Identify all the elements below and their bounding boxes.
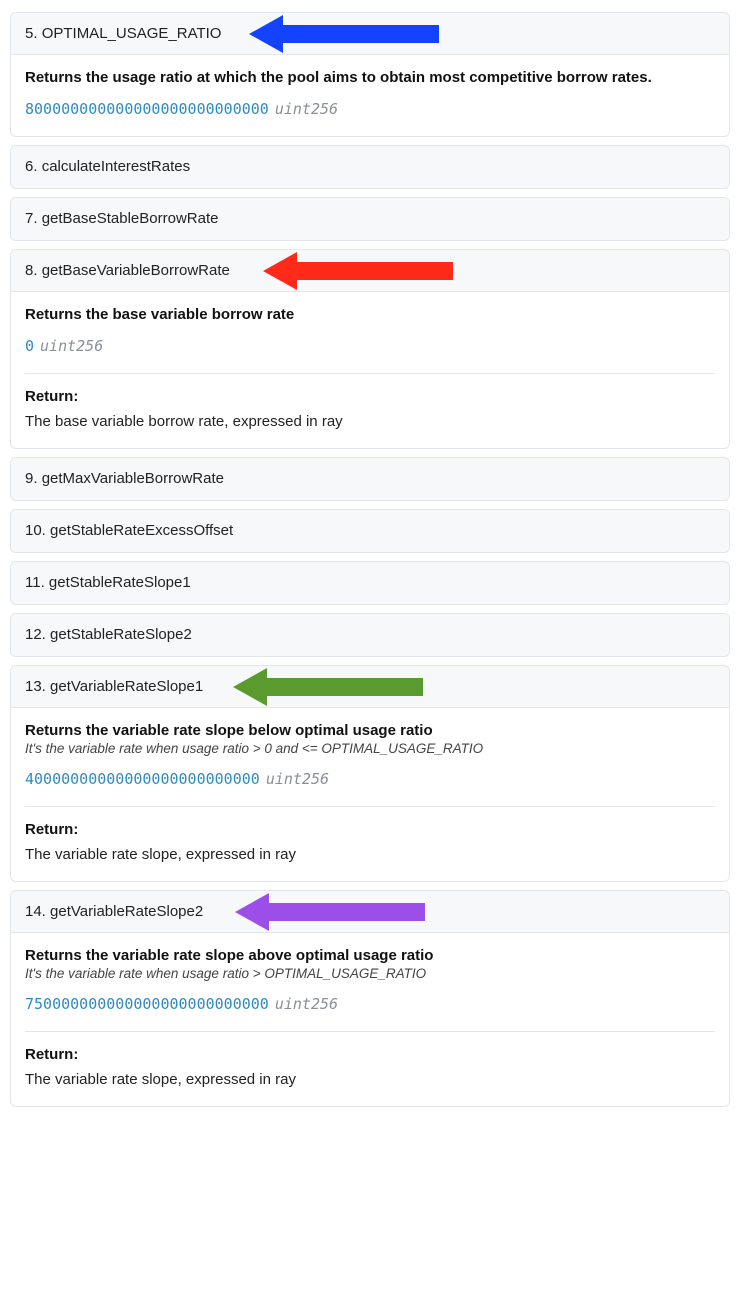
- function-body: Returns the base variable borrow rate 0 ui…: [11, 292, 729, 448]
- function-name: OPTIMAL_USAGE_RATIO: [42, 25, 222, 42]
- function-index: 7.: [25, 210, 38, 227]
- function-type: uint256: [40, 337, 103, 355]
- function-body: Returns the usage ratio at which the poo…: [11, 55, 729, 136]
- function-name: getStableRateSlope1: [49, 574, 191, 591]
- return-label: Return:: [25, 1046, 715, 1063]
- function-body: Returns the variable rate slope below op…: [11, 708, 729, 881]
- function-name: calculateInterestRates: [42, 158, 190, 175]
- function-subdescription: It's the variable rate when usage ratio …: [25, 741, 715, 756]
- function-header[interactable]: 5. OPTIMAL_USAGE_RATIO: [11, 13, 729, 55]
- function-index: 11.: [25, 574, 45, 591]
- return-text: The base variable borrow rate, expressed…: [25, 413, 715, 430]
- function-type: uint256: [266, 770, 329, 788]
- function-index: 12.: [25, 626, 46, 643]
- function-header[interactable]: 7. getBaseStableBorrowRate: [11, 198, 729, 240]
- function-value: 800000000000000000000000000: [25, 100, 269, 118]
- function-header[interactable]: 11. getStableRateSlope1: [11, 562, 729, 604]
- function-index: 9.: [25, 470, 38, 487]
- function-index: 13.: [25, 678, 46, 695]
- annotation-arrow: [235, 890, 425, 935]
- divider: [25, 373, 715, 374]
- annotation-arrow: [249, 12, 439, 57]
- function-item: 11. getStableRateSlope1: [10, 561, 730, 605]
- function-description: Returns the usage ratio at which the poo…: [25, 69, 715, 86]
- function-item: 14. getVariableRateSlope2 Returns the va…: [10, 890, 730, 1107]
- value-row: 40000000000000000000000000 uint256: [25, 770, 715, 788]
- return-text: The variable rate slope, expressed in ra…: [25, 846, 715, 863]
- function-item: 5. OPTIMAL_USAGE_RATIO Returns the usage…: [10, 12, 730, 137]
- function-item: 13. getVariableRateSlope1 Returns the va…: [10, 665, 730, 882]
- function-header[interactable]: 10. getStableRateExcessOffset: [11, 510, 729, 552]
- value-row: 0 uint256: [25, 337, 715, 355]
- function-type: uint256: [275, 100, 338, 118]
- function-item: 7. getBaseStableBorrowRate: [10, 197, 730, 241]
- function-index: 14.: [25, 903, 46, 920]
- function-description: Returns the variable rate slope below op…: [25, 722, 715, 739]
- function-subdescription: It's the variable rate when usage ratio …: [25, 966, 715, 981]
- function-type: uint256: [275, 995, 338, 1013]
- function-item: 6. calculateInterestRates: [10, 145, 730, 189]
- function-header[interactable]: 6. calculateInterestRates: [11, 146, 729, 188]
- value-row: 800000000000000000000000000 uint256: [25, 100, 715, 118]
- value-row: 750000000000000000000000000 uint256: [25, 995, 715, 1013]
- return-label: Return:: [25, 821, 715, 838]
- function-index: 6.: [25, 158, 38, 175]
- function-name: getVariableRateSlope1: [50, 678, 203, 695]
- function-item: 8. getBaseVariableBorrowRate Returns the…: [10, 249, 730, 449]
- function-value: 750000000000000000000000000: [25, 995, 269, 1013]
- annotation-arrow: [233, 665, 423, 710]
- function-header[interactable]: 13. getVariableRateSlope1: [11, 666, 729, 708]
- return-label: Return:: [25, 388, 715, 405]
- function-item: 12. getStableRateSlope2: [10, 613, 730, 657]
- function-description: Returns the base variable borrow rate: [25, 306, 715, 323]
- function-name: getMaxVariableBorrowRate: [42, 470, 224, 487]
- function-index: 5.: [25, 25, 38, 42]
- function-name: getBaseStableBorrowRate: [42, 210, 219, 227]
- function-header[interactable]: 14. getVariableRateSlope2: [11, 891, 729, 933]
- function-name: getStableRateExcessOffset: [50, 522, 233, 539]
- function-item: 9. getMaxVariableBorrowRate: [10, 457, 730, 501]
- function-name: getBaseVariableBorrowRate: [42, 262, 230, 279]
- divider: [25, 806, 715, 807]
- function-name: getStableRateSlope2: [50, 626, 192, 643]
- function-header[interactable]: 12. getStableRateSlope2: [11, 614, 729, 656]
- function-value: 40000000000000000000000000: [25, 770, 260, 788]
- function-item: 10. getStableRateExcessOffset: [10, 509, 730, 553]
- function-index: 10.: [25, 522, 46, 539]
- divider: [25, 1031, 715, 1032]
- annotation-arrow: [263, 249, 453, 294]
- function-name: getVariableRateSlope2: [50, 903, 203, 920]
- function-body: Returns the variable rate slope above op…: [11, 933, 729, 1106]
- function-value: 0: [25, 337, 34, 355]
- function-header[interactable]: 9. getMaxVariableBorrowRate: [11, 458, 729, 500]
- function-header[interactable]: 8. getBaseVariableBorrowRate: [11, 250, 729, 292]
- function-description: Returns the variable rate slope above op…: [25, 947, 715, 964]
- function-index: 8.: [25, 262, 38, 279]
- function-list: 5. OPTIMAL_USAGE_RATIO Returns the usage…: [10, 12, 730, 1107]
- return-text: The variable rate slope, expressed in ra…: [25, 1071, 715, 1088]
